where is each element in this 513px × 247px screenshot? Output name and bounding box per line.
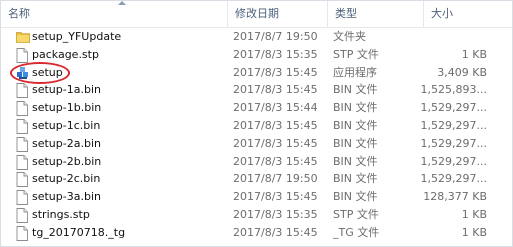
file-name: package.stp	[32, 47, 99, 61]
file-row[interactable]: setup-2b.bin 2017/8/3 15:45 BIN 文件 1,529,29…	[1, 153, 512, 171]
file-type: BIN 文件	[333, 83, 378, 97]
column-header-name[interactable]: 名称	[1, 1, 227, 27]
file-icon	[16, 225, 29, 241]
file-date: 2017/8/3 15:45	[233, 83, 318, 97]
file-row[interactable]: setup-1a.bin 2017/8/3 15:45 BIN 文件 1,525,89…	[1, 81, 512, 99]
file-icon	[16, 119, 29, 134]
file-icon	[16, 83, 29, 99]
column-header-size[interactable]: 大小	[423, 1, 512, 27]
file-size: 1,529,297...	[420, 154, 487, 168]
file-type: BIN 文件	[333, 101, 378, 115]
file-date: 2017/8/7 19:50	[233, 30, 318, 43]
file-size: 1,525,893...	[420, 83, 487, 97]
file-icon	[16, 172, 29, 188]
file-icon	[16, 190, 29, 206]
file-row[interactable]: tg_20170718._tg 2017/8/3 15:45 _TG 文件 1 KB	[1, 224, 512, 242]
file-date: 2017/8/3 15:35	[233, 207, 318, 221]
file-name: strings.stp	[32, 207, 90, 221]
file-size: 128,377 KB	[423, 190, 487, 204]
file-row[interactable]: setup-2a.bin 2017/8/3 15:45 BIN 文件 1,529,29…	[1, 135, 512, 153]
app-icon	[16, 66, 29, 80]
file-name: setup-3a.bin	[32, 190, 101, 204]
file-type: _TG 文件	[333, 225, 380, 239]
file-date: 2017/8/3 15:45	[233, 225, 318, 239]
file-name: setup	[32, 65, 63, 79]
file-type: BIN 文件	[333, 172, 378, 186]
file-name: setup-1a.bin	[32, 83, 101, 97]
file-type: 文件夹	[333, 30, 366, 43]
file-row[interactable]: package.stp 2017/8/3 15:35 STP 文件 1 KB	[1, 46, 512, 64]
file-row[interactable]: strings.stp 2017/8/3 15:35 STP 文件 1 KB	[1, 206, 512, 224]
file-size: 1 KB	[461, 225, 487, 239]
file-row[interactable]: setup_YFUpdate 2017/8/7 19:50 文件夹	[1, 28, 512, 46]
file-name: setup-2a.bin	[32, 136, 101, 150]
file-name: setup_YFUpdate	[32, 30, 122, 43]
file-size: 1,529,297...	[420, 172, 487, 186]
file-row[interactable]: setup-1b.bin 2017/8/3 15:44 BIN 文件 1,529,29…	[1, 99, 512, 117]
file-icon	[16, 154, 29, 170]
file-icon	[16, 136, 29, 152]
file-name: setup-2b.bin	[32, 154, 102, 168]
file-date: 2017/8/3 15:44	[233, 101, 318, 115]
file-name: setup-2c.bin	[32, 172, 101, 186]
file-date: 2017/8/3 15:45	[233, 190, 318, 204]
file-name: tg_20170718._tg	[32, 225, 126, 239]
file-size: 3,409 KB	[437, 65, 487, 79]
file-type: STP 文件	[333, 47, 379, 61]
file-type: STP 文件	[333, 207, 379, 221]
file-type: BIN 文件	[333, 118, 378, 132]
file-row[interactable]: setup-3a.bin 2017/8/3 15:45 BIN 文件 128,377 …	[1, 188, 512, 206]
file-size: 1 KB	[461, 47, 487, 61]
file-type: BIN 文件	[333, 154, 378, 168]
file-icon	[16, 208, 29, 223]
file-date: 2017/8/3 15:45	[233, 118, 318, 132]
file-size: 1,529,297...	[420, 136, 487, 150]
file-row[interactable]: setup 2017/8/3 15:45 应用程序 3,409 KB	[1, 64, 512, 82]
file-size: 1,529,297...	[420, 118, 487, 132]
file-date: 2017/8/3 15:45	[233, 136, 318, 150]
file-date: 2017/8/3 15:45	[233, 154, 318, 168]
file-type: BIN 文件	[333, 190, 378, 204]
column-header-bar: 名称 修改日期 类型 大小	[1, 1, 512, 28]
file-type: 应用程序	[333, 65, 377, 79]
file-date: 2017/8/3 15:35	[233, 47, 318, 61]
column-header-date[interactable]: 修改日期	[227, 1, 327, 27]
file-type: BIN 文件	[333, 136, 378, 150]
column-header-type[interactable]: 类型	[327, 1, 423, 27]
file-date: 2017/8/7 19:50	[233, 172, 318, 186]
folder-icon	[16, 30, 30, 44]
file-size: 1 KB	[461, 207, 487, 221]
file-icon	[16, 47, 29, 63]
file-size: 1,529,297...	[420, 101, 487, 115]
file-list: setup_YFUpdate 2017/8/7 19:50 文件夹 package.s…	[1, 28, 512, 242]
file-name: setup-1b.bin	[32, 101, 102, 115]
file-row[interactable]: setup-2c.bin 2017/8/7 19:50 BIN 文件 1,529,29…	[1, 170, 512, 188]
file-date: 2017/8/3 15:45	[233, 65, 318, 79]
file-row[interactable]: setup-1c.bin 2017/8/3 15:45 BIN 文件 1,529,29…	[1, 117, 512, 135]
sort-up-icon	[118, 1, 126, 5]
file-name: setup-1c.bin	[32, 118, 101, 132]
file-icon	[16, 101, 29, 117]
